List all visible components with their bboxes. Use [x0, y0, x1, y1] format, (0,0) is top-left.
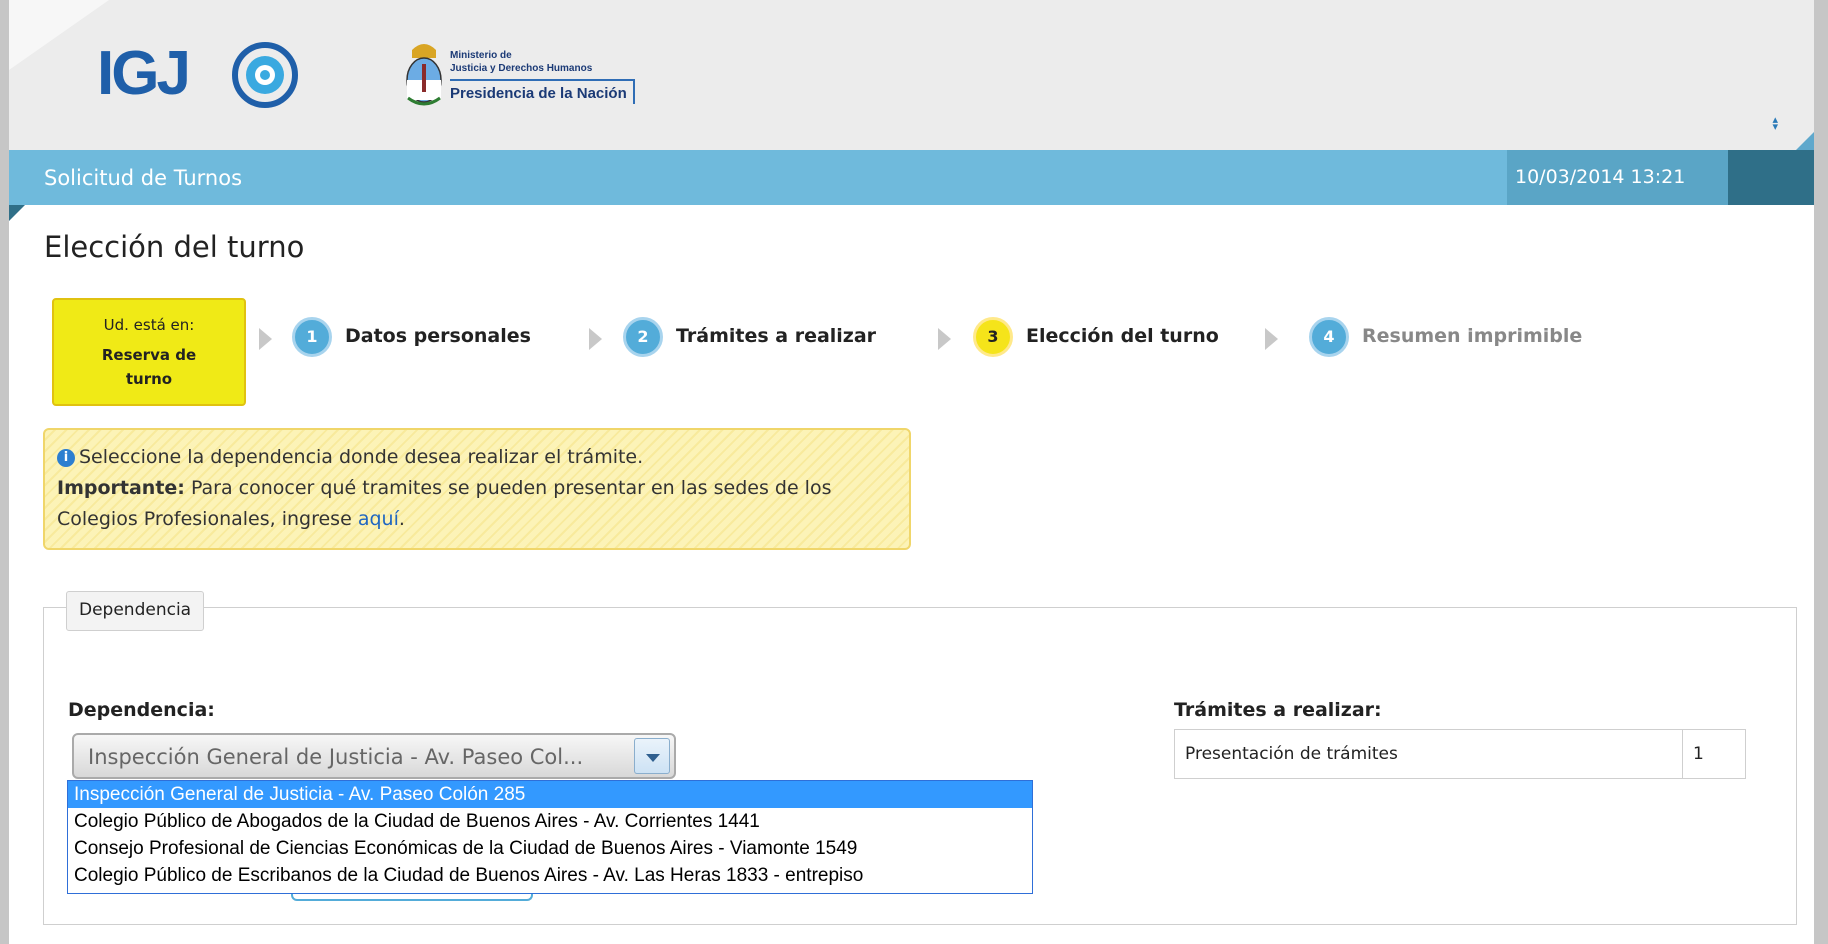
dropdown-option[interactable]: Inspección General de Justicia - Av. Pas… — [68, 781, 1032, 808]
step-number: 2 — [623, 317, 663, 357]
current-step-prefix: Ud. está en: — [103, 316, 195, 334]
fieldset-legend: Dependencia — [66, 591, 205, 631]
ministry-line3: Presidencia de la Nación — [450, 79, 635, 104]
step-label: Datos personales — [345, 325, 531, 347]
chevron-down-icon[interactable] — [634, 738, 670, 774]
datetime: 10/03/2014 13:21 — [1507, 150, 1728, 205]
tramite-name: Presentación de trámites — [1185, 744, 1398, 764]
current-step-box: Ud. está en: Reserva de turno — [52, 298, 246, 406]
left-border — [0, 0, 9, 944]
titlebar-dark-block — [1728, 150, 1814, 205]
aqui-link[interactable]: aquí — [358, 508, 399, 530]
page-title: Elección del turno — [44, 230, 305, 264]
step-arrow-icon — [1265, 328, 1278, 350]
dependencia-label: Dependencia: — [68, 699, 215, 721]
steps-wizard: Ud. está en: Reserva de turno 1 Datos pe… — [52, 298, 1752, 408]
ministry-line1: Ministerio de — [450, 50, 512, 61]
step-number: 3 — [973, 317, 1013, 357]
dependencia-dropdown-list[interactable]: Inspección General de Justicia - Av. Pas… — [67, 780, 1033, 894]
igj-logo-text: IGJ — [97, 39, 191, 108]
step-label: Elección del turno — [1026, 325, 1219, 347]
header-corner-decoration — [9, 0, 109, 70]
current-step-label: Reserva de turno — [54, 343, 244, 391]
sort-arrows-icon[interactable]: ▴ ▾ — [1772, 114, 1778, 132]
titlebar: Solicitud de Turnos 10/03/2014 13:21 — [9, 150, 1814, 221]
dropdown-option[interactable]: Consejo Profesional de Ciencias Económic… — [68, 835, 1032, 862]
tramites-label: Trámites a realizar: — [1174, 699, 1382, 721]
corner-triangle — [1796, 132, 1814, 150]
app-title: Solicitud de Turnos — [44, 166, 243, 190]
dependencia-select[interactable]: Inspección General de Justicia - Av. Pas… — [72, 733, 676, 779]
argentina-seal-icon — [406, 44, 442, 106]
ministry-logo: Ministerio de Justicia y Derechos Humano… — [404, 40, 684, 112]
dropdown-option[interactable]: Colegio Público de Escribanos de la Ciud… — [68, 862, 1032, 889]
tramites-table: Presentación de trámites 1 — [1174, 729, 1746, 779]
titlebar-fold — [9, 205, 25, 221]
step-label: Trámites a realizar — [676, 325, 877, 347]
info-icon: i — [57, 449, 75, 467]
info-line1: Seleccione la dependencia donde desea re… — [79, 446, 644, 468]
info-period: . — [398, 508, 405, 530]
step-arrow-icon — [589, 328, 602, 350]
tramite-qty-cell: 1 — [1682, 730, 1745, 778]
ministry-line2: Justicia y Derechos Humanos — [450, 63, 593, 74]
step-label: Resumen imprimible — [1362, 325, 1583, 347]
header: IGJ Ministerio de Justicia y Derechos Hu… — [9, 0, 1814, 150]
igj-logo-icon — [232, 42, 298, 108]
important-label: Importante: — [57, 477, 185, 499]
step-number: 1 — [292, 317, 332, 357]
dropdown-option[interactable]: Colegio Público de Abogados de la Ciudad… — [68, 808, 1032, 835]
tramite-qty: 1 — [1693, 744, 1704, 764]
step-number: 4 — [1309, 317, 1349, 357]
step-arrow-icon — [938, 328, 951, 350]
info-box: i Seleccione la dependencia donde desea r… — [43, 428, 911, 550]
right-border — [1814, 0, 1828, 944]
select-value: Inspección General de Justicia - Av. Pas… — [88, 745, 584, 769]
current-step-label-text: Reserva de turno — [101, 346, 197, 388]
step-arrow-icon — [259, 328, 272, 350]
